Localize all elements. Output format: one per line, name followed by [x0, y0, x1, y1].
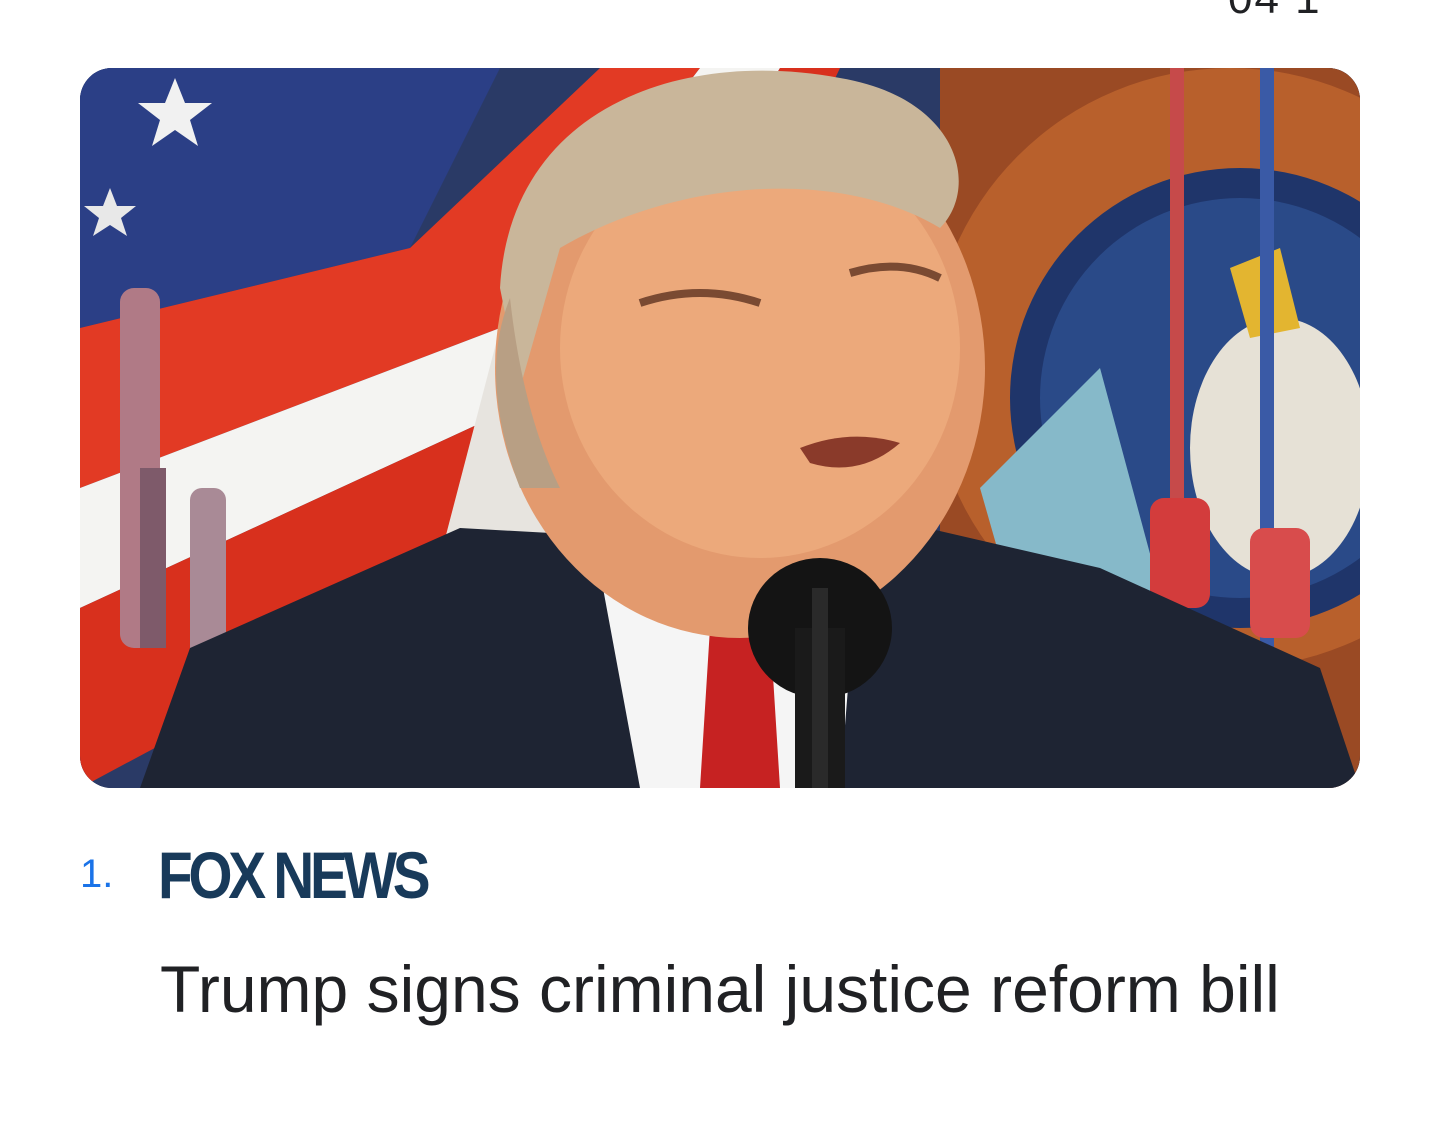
source-logo: FOX NEWS	[158, 838, 431, 912]
clipped-top-text: 04 1	[1228, 0, 1322, 24]
news-photo-icon	[80, 68, 1360, 788]
article-image[interactable]	[80, 68, 1360, 788]
article-headline[interactable]: Trump signs criminal justice reform bill	[160, 944, 1360, 1034]
article-rank: 1.	[80, 852, 114, 896]
page: 04 1	[0, 0, 1440, 1140]
